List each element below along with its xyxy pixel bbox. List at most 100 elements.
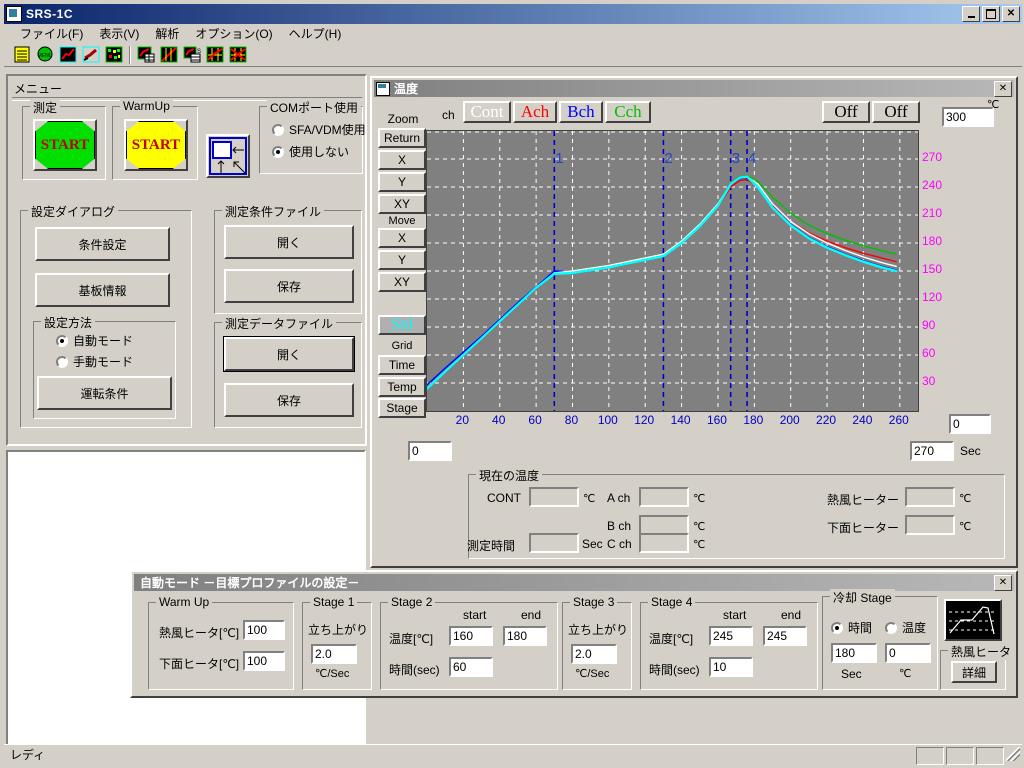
graph-grid-icon[interactable] [205, 45, 225, 64]
grid-stage-button[interactable]: Stage [378, 398, 426, 418]
document-icon[interactable] [12, 45, 32, 64]
zoom-x-button[interactable]: X [378, 150, 426, 170]
stage2-temp-end-input[interactable]: 180 [503, 626, 547, 646]
radio-cooling-temp[interactable]: 温度 [885, 619, 926, 636]
menu-item-help[interactable]: ヘルプ(H) [281, 24, 350, 43]
cont-unit: ℃ [583, 493, 596, 505]
move-y-button[interactable]: Y [378, 250, 426, 270]
warmup-hot-air-input[interactable]: 100 [243, 620, 285, 640]
start-warmup-button[interactable]: START [124, 119, 188, 171]
warmup-bottom-label: 下面ヒータ[℃] [159, 657, 240, 671]
channel-cch-button[interactable]: Cch [605, 101, 651, 123]
channel-cont-button[interactable]: Cont [463, 101, 511, 123]
condition-file-save-button[interactable]: 保存 [224, 269, 354, 303]
zoom-return-button[interactable]: Return [378, 128, 426, 148]
stage4-temp-end-input[interactable]: 245 [763, 626, 807, 646]
operation-condition-button[interactable]: 運転条件 [37, 376, 172, 410]
move-xy-button[interactable]: XY [378, 272, 426, 292]
cch-label: C ch [607, 537, 632, 551]
radio-cooling-time[interactable]: 時間 [831, 619, 872, 636]
grid-caption: Grid [391, 340, 413, 352]
move-x-button[interactable]: X [378, 228, 426, 248]
toggle-2-button[interactable]: Off [872, 101, 920, 123]
temp-min-input[interactable]: 0 [949, 414, 991, 434]
grid-temp-button[interactable]: Temp [378, 377, 426, 397]
bch-unit: ℃ [693, 521, 706, 533]
x-tick-label: 220 [816, 413, 837, 427]
radio-manual-mode[interactable]: 手動モード [56, 353, 133, 370]
toolbar-separator [129, 45, 131, 64]
std-button[interactable]: Std [378, 315, 426, 335]
zoom-caption: Zoom [387, 112, 419, 126]
resize-grip[interactable] [1006, 746, 1020, 761]
radio-com-sfa-vdm[interactable]: SFA/VDM使用 [272, 121, 366, 138]
stage2-temp-start-input[interactable]: 160 [449, 626, 493, 646]
toggle-1-button[interactable]: Off [822, 101, 870, 123]
cooling-temp-input[interactable]: 0 [885, 643, 931, 663]
radio-com-none[interactable]: 使用しない [272, 143, 349, 160]
x-tick-label: 40 [492, 413, 506, 427]
graph-icon[interactable] [58, 45, 78, 64]
cooling-temp-unit: ℃ [899, 668, 912, 680]
operation-condition-label: 運転条件 [80, 386, 129, 401]
warmup-bottom-value: 100 [247, 654, 268, 668]
menu-item-file[interactable]: ファイル(F) [12, 24, 91, 43]
graph-cross-icon[interactable] [159, 45, 179, 64]
time-max-input[interactable]: 270 [910, 441, 954, 461]
grid-time-button[interactable]: Time [378, 355, 426, 375]
cooling-time-unit: Sec [841, 667, 862, 681]
auto-mode-close-button[interactable]: ✕ [994, 574, 1012, 591]
stage4-temp-start-input[interactable]: 245 [709, 626, 753, 646]
graph-grid-cross-icon[interactable] [228, 45, 248, 64]
close-button[interactable]: ✕ [1002, 6, 1020, 22]
radio-auto-mode[interactable]: 自動モード [56, 332, 133, 349]
menu-icon[interactable]: MENU [35, 45, 55, 64]
grid-time-label: Time [388, 358, 416, 372]
detail-button[interactable]: 詳細 [951, 661, 997, 683]
cooling-time-input[interactable]: 180 [831, 643, 877, 663]
data-file-save-button[interactable]: 保存 [224, 383, 354, 417]
stage3-ramp-label: 立ち上がり [568, 623, 629, 637]
maximize-button[interactable] [982, 6, 1000, 22]
x-tick-label: 180 [743, 413, 764, 427]
board-info-button[interactable]: 基板情報 [35, 273, 170, 307]
condition-file-open-button[interactable]: 開く [224, 225, 354, 259]
channel-ach-button[interactable]: Ach [513, 101, 557, 123]
graph-table-icon[interactable] [136, 45, 156, 64]
meas-time-unit: Sec [582, 537, 603, 551]
condition-setting-button[interactable]: 条件設定 [35, 227, 170, 261]
window-arrange-button[interactable] [206, 134, 250, 178]
warmup-bottom-input[interactable]: 100 [243, 651, 285, 671]
menu-item-analyze[interactable]: 解析 [147, 24, 187, 43]
zoom-xy-button[interactable]: XY [378, 194, 426, 214]
ch-label: ch [442, 108, 455, 122]
stage4-time-input[interactable]: 10 [709, 657, 753, 677]
bch-value-field [639, 515, 689, 535]
minimize-button[interactable] [962, 6, 980, 22]
time-min-input[interactable]: 0 [408, 441, 452, 461]
stage4-group: Stage 4 start end 温度[℃] 245 245 時間(sec) … [640, 595, 818, 690]
stage2-time-input[interactable]: 60 [449, 657, 493, 677]
stage3-label: Stage 3 [570, 595, 618, 609]
menu-item-view[interactable]: 表示(V) [91, 24, 147, 43]
profile-thumbnail-graph [947, 602, 999, 638]
stage3-ramp-input[interactable]: 2.0 [571, 644, 617, 664]
status-text: レディ [10, 748, 46, 762]
graph-table-s-icon[interactable]: S [182, 45, 202, 64]
temperature-plot[interactable]: 1 2 34 [426, 130, 919, 412]
svg-text:MENU: MENU [38, 53, 53, 59]
stage1-ramp-input[interactable]: 2.0 [311, 644, 357, 664]
zoom-y-button[interactable]: Y [378, 172, 426, 192]
channel-bch-button[interactable]: Bch [559, 101, 603, 123]
close-icon: ✕ [998, 83, 1008, 94]
radio-cooling-temp-circle [885, 621, 897, 634]
temp-max-input[interactable]: 300 [942, 107, 994, 127]
temperature-window-close-button[interactable]: ✕ [994, 80, 1012, 97]
data-file-open-button[interactable]: 開く [223, 336, 355, 372]
x-tick-label: 140 [670, 413, 691, 427]
temperature-window-title: 温度 [394, 82, 419, 96]
start-measure-button[interactable]: START [33, 119, 97, 171]
data-map-icon[interactable] [104, 45, 124, 64]
menu-item-option[interactable]: オプション(O) [187, 24, 280, 43]
curve-edit-icon[interactable] [81, 45, 101, 64]
